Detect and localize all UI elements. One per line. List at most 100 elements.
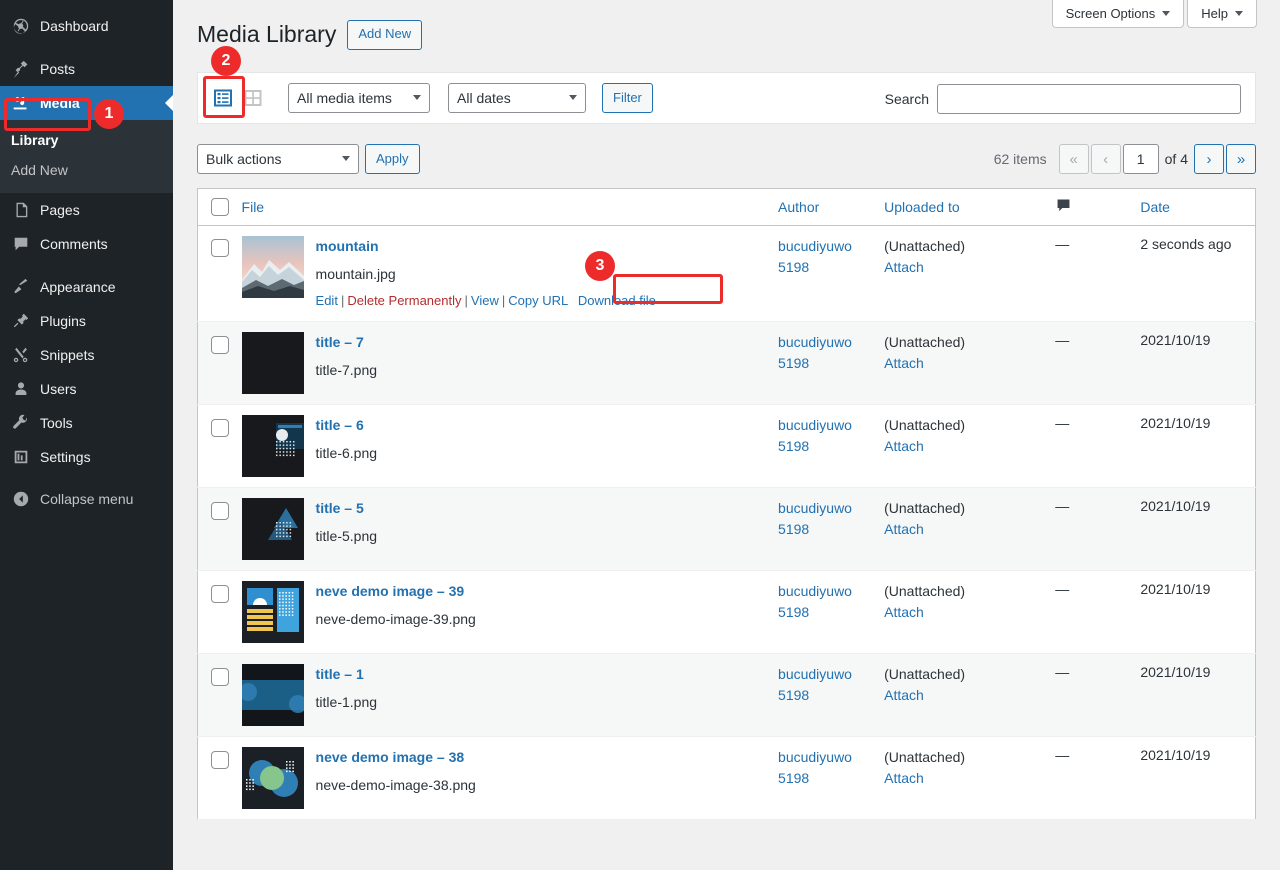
search-input[interactable] (937, 84, 1241, 114)
media-thumbnail[interactable] (241, 332, 304, 395)
media-title-link[interactable]: title – 1 (316, 665, 377, 685)
table-row[interactable]: neve demo image – 38 neve-demo-image-38.… (197, 737, 1256, 820)
row-checkbox[interactable] (210, 667, 229, 686)
sidebar-item-appearance[interactable]: Appearance (0, 270, 173, 304)
attach-link[interactable]: Attach (884, 257, 1042, 278)
author-link-cont[interactable]: 5198 (778, 602, 884, 623)
column-header-comments[interactable] (1042, 188, 1141, 226)
view-link[interactable]: View (471, 293, 499, 308)
author-link-cont[interactable]: 5198 (778, 685, 884, 706)
apply-button[interactable]: Apply (365, 144, 420, 174)
author-link[interactable]: bucudiyuwo (778, 747, 884, 768)
column-header-author[interactable]: Author (778, 188, 885, 226)
media-title-link[interactable]: title – 5 (316, 499, 377, 519)
row-checkbox[interactable] (210, 750, 229, 769)
comments-cell: — (1042, 571, 1140, 654)
select-all-checkbox[interactable] (210, 198, 229, 217)
author-link[interactable]: bucudiyuwo (778, 415, 884, 436)
media-type-filter[interactable]: All media items (288, 83, 430, 113)
row-checkbox[interactable] (210, 335, 229, 354)
page-title-row: Media Library Add New (197, 20, 423, 50)
annotation-badge-1: 1 (94, 99, 124, 129)
media-thumbnail[interactable] (241, 581, 304, 644)
brush-icon (11, 277, 31, 297)
author-link-cont[interactable]: 5198 (778, 436, 884, 457)
row-checkbox[interactable] (210, 239, 229, 258)
sidebar-subitem-add-new[interactable]: Add New (0, 155, 173, 185)
media-title-link[interactable]: title – 6 (316, 416, 377, 436)
column-header-uploaded-to[interactable]: Uploaded to (884, 188, 1043, 226)
sidebar-item-posts[interactable]: Posts (0, 52, 173, 86)
sidebar-subitem-library[interactable]: Library (0, 125, 173, 155)
comments-cell: — (1042, 226, 1140, 322)
table-row[interactable]: title – 6 title-6.png bucudiyuwo 5198 (U… (197, 405, 1256, 488)
column-header-date[interactable]: Date (1140, 188, 1256, 226)
copy-url-link[interactable]: Copy URL (508, 293, 568, 308)
row-checkbox-cell (198, 488, 242, 571)
next-page-button[interactable]: › (1194, 144, 1224, 174)
table-row[interactable]: neve demo image – 39 neve-demo-image-39.… (197, 571, 1256, 654)
prev-page-button[interactable]: ‹ (1090, 144, 1121, 174)
chevron-down-icon (1235, 11, 1243, 16)
sidebar-item-users[interactable]: Users (0, 372, 173, 406)
media-title-link[interactable]: neve demo image – 38 (316, 748, 476, 768)
grid-view-icon[interactable] (240, 85, 266, 111)
sidebar-item-plugins[interactable]: Plugins (0, 304, 173, 338)
bulk-actions-select[interactable]: Bulk actions (197, 144, 359, 174)
table-row[interactable]: mountain mountain.jpg Edit | Delete Perman… (197, 226, 1256, 322)
table-row[interactable]: title – 5 title-5.png bucudiyuwo 5198 (U… (197, 487, 1256, 571)
attach-link[interactable]: Attach (884, 436, 1042, 457)
attach-link[interactable]: Attach (884, 685, 1042, 706)
delete-permanently-link[interactable]: Delete Permanently (347, 293, 461, 308)
attach-link[interactable]: Attach (884, 353, 1042, 374)
column-header-file[interactable]: File (241, 188, 779, 226)
dashboard-icon (11, 16, 31, 36)
table-body: mountain mountain.jpg Edit | Delete Perman… (197, 226, 1256, 820)
sidebar-item-pages[interactable]: Pages (0, 193, 173, 227)
media-filename: neve-demo-image-39.png (315, 610, 476, 627)
row-checkbox[interactable] (210, 418, 229, 437)
row-checkbox[interactable] (210, 501, 229, 520)
attach-link[interactable]: Attach (884, 519, 1042, 540)
sidebar-item-dashboard[interactable]: Dashboard (0, 9, 173, 43)
collapse-menu-button[interactable]: Collapse menu (0, 482, 173, 516)
sidebar-item-comments[interactable]: Comments (0, 227, 173, 261)
media-thumbnail[interactable] (241, 747, 304, 810)
media-thumbnail[interactable] (241, 236, 304, 298)
table-row[interactable]: title – 1 title-1.png bucudiyuwo 5198 (U… (197, 653, 1256, 737)
last-page-button[interactable]: » (1226, 144, 1256, 174)
filter-button[interactable]: Filter (602, 83, 653, 113)
author-link-cont[interactable]: 5198 (778, 353, 884, 374)
author-link[interactable]: bucudiyuwo (778, 498, 884, 519)
add-new-button[interactable]: Add New (347, 20, 423, 50)
media-thumbnail[interactable] (241, 415, 304, 478)
media-title-link[interactable]: neve demo image – 39 (316, 582, 476, 602)
comments-value: — (1055, 415, 1070, 432)
help-button[interactable]: Help (1187, 0, 1257, 28)
author-link[interactable]: bucudiyuwo (778, 236, 884, 257)
current-page-input[interactable]: 1 (1122, 144, 1159, 174)
sidebar-item-settings[interactable]: Settings (0, 440, 173, 474)
media-title-link[interactable]: title – 7 (316, 333, 377, 353)
author-link[interactable]: bucudiyuwo (778, 581, 884, 602)
author-link-cont[interactable]: 5198 (778, 257, 884, 278)
author-link[interactable]: bucudiyuwo (778, 332, 884, 353)
media-thumbnail[interactable] (241, 664, 304, 727)
attach-link[interactable]: Attach (884, 602, 1042, 623)
date-filter[interactable]: All dates (448, 83, 586, 113)
author-link-cont[interactable]: 5198 (778, 768, 884, 789)
author-link-cont[interactable]: 5198 (778, 519, 884, 540)
screen-options-button[interactable]: Screen Options (1051, 0, 1185, 28)
table-row[interactable]: title – 7 title-7.png bucudiyuwo 5198 (U… (197, 321, 1256, 405)
sidebar-item-snippets[interactable]: Snippets (0, 338, 173, 372)
download-file-link[interactable]: Download file (578, 293, 656, 308)
attach-link[interactable]: Attach (884, 768, 1042, 789)
edit-link[interactable]: Edit (316, 293, 338, 308)
list-view-icon[interactable] (210, 85, 236, 111)
author-link[interactable]: bucudiyuwo (778, 664, 884, 685)
sidebar-item-media[interactable]: Media (0, 86, 181, 120)
first-page-button[interactable]: « (1058, 144, 1089, 174)
row-checkbox[interactable] (210, 584, 229, 603)
media-thumbnail[interactable] (241, 498, 304, 561)
sidebar-item-tools[interactable]: Tools (0, 406, 173, 440)
